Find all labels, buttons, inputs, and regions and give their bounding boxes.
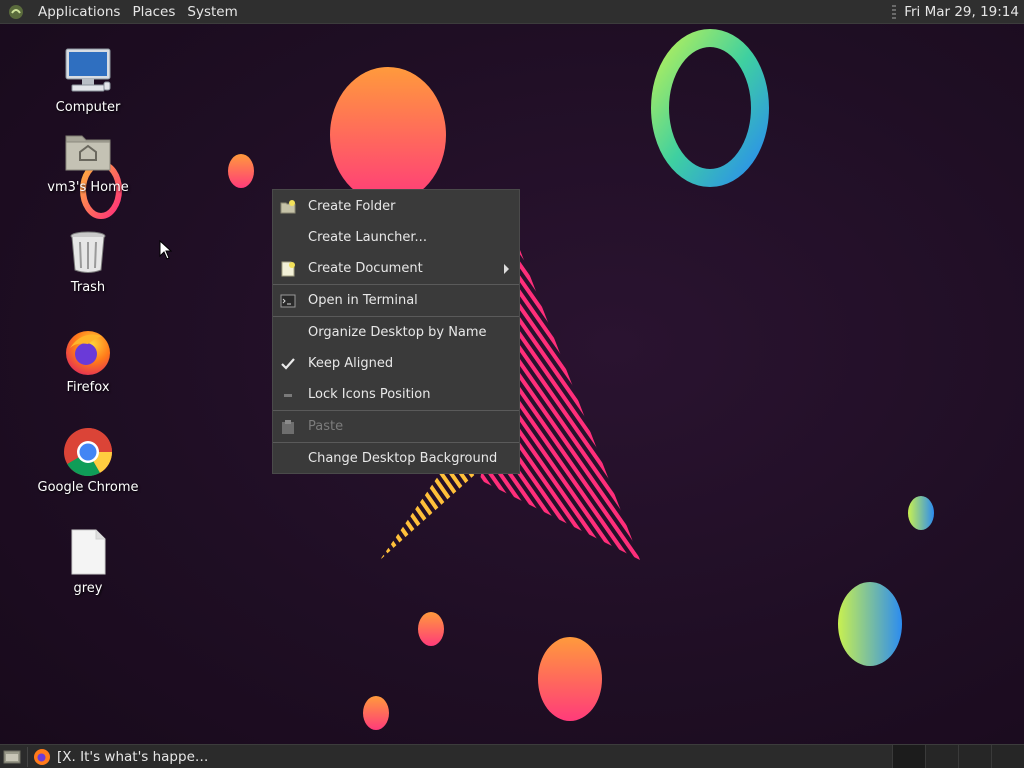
- desktop-context-menu: Create Folder Create Launcher... Create …: [272, 189, 520, 474]
- show-desktop-icon: [3, 750, 21, 763]
- menu-item-label: Organize Desktop by Name: [308, 325, 487, 340]
- menu-item-paste[interactable]: Paste: [273, 411, 519, 442]
- home-folder-icon: [62, 126, 114, 178]
- desktop-icon-label: grey: [73, 581, 103, 596]
- desktop-icon-label: vm3's Home: [47, 180, 129, 195]
- desktop-icon-trash[interactable]: Trash: [28, 226, 148, 295]
- menu-item-label: Create Document: [308, 261, 423, 276]
- check-icon: [280, 356, 296, 372]
- bottom-panel: [X. It's what's happe…: [0, 744, 1024, 768]
- menu-item-organize-by-name[interactable]: Organize Desktop by Name: [273, 317, 519, 348]
- clipboard-icon: [280, 419, 296, 435]
- menu-item-label: Open in Terminal: [308, 293, 418, 308]
- desktop-icon-label: Firefox: [66, 380, 110, 395]
- menu-item-create-launcher[interactable]: Create Launcher...: [273, 222, 519, 253]
- show-desktop-button[interactable]: [1, 746, 23, 768]
- menu-item-label: Lock Icons Position: [308, 387, 431, 402]
- places-menu[interactable]: Places: [126, 0, 181, 24]
- workspace-3[interactable]: [958, 745, 991, 768]
- menu-item-label: Paste: [308, 419, 344, 434]
- terminal-icon: [280, 293, 296, 309]
- firefox-icon: [33, 748, 51, 766]
- menu-item-change-background[interactable]: Change Desktop Background: [273, 443, 519, 474]
- workspace-switcher: [892, 745, 1024, 768]
- chrome-icon: [62, 426, 114, 478]
- desktop-icon-chrome[interactable]: Google Chrome: [28, 426, 148, 495]
- desktop-icon-label: Trash: [70, 280, 106, 295]
- mouse-cursor-icon: [159, 240, 173, 260]
- menu-item-keep-aligned[interactable]: Keep Aligned: [273, 348, 519, 379]
- mate-logo-icon[interactable]: [7, 3, 25, 21]
- menu-item-label: Keep Aligned: [308, 356, 394, 371]
- dash-icon: [280, 387, 296, 403]
- menu-item-open-terminal[interactable]: Open in Terminal: [273, 285, 519, 316]
- document-new-icon: [280, 261, 296, 277]
- taskbar-window-title: [X. It's what's happe…: [57, 748, 209, 765]
- desktop-icon-firefox[interactable]: Firefox: [28, 326, 148, 395]
- taskbar-window-button[interactable]: [X. It's what's happe…: [33, 746, 216, 768]
- taskbar-separator: [27, 746, 28, 767]
- desktop-icon-computer[interactable]: Computer: [28, 46, 148, 115]
- firefox-icon: [62, 326, 114, 378]
- panel-grip-handle[interactable]: [892, 4, 897, 19]
- workspace-4[interactable]: [991, 745, 1024, 768]
- desktop-icon-label: Computer: [55, 100, 121, 115]
- workspace-1[interactable]: [892, 745, 925, 768]
- desktop-icon-label: Google Chrome: [37, 480, 139, 495]
- clock[interactable]: Fri Mar 29, 19:14: [904, 4, 1024, 20]
- system-menu[interactable]: System: [181, 0, 243, 24]
- menu-item-create-document[interactable]: Create Document: [273, 253, 519, 284]
- submenu-arrow-icon: [504, 264, 509, 274]
- top-panel: Applications Places System Fri Mar 29, 1…: [0, 0, 1024, 24]
- desktop-icon-grey[interactable]: grey: [28, 527, 148, 596]
- workspace-2[interactable]: [925, 745, 958, 768]
- panel-right-area: Fri Mar 29, 19:14: [892, 0, 1024, 24]
- menu-item-label: Create Launcher...: [308, 230, 427, 245]
- menu-item-label: Create Folder: [308, 199, 396, 214]
- trash-icon: [62, 226, 114, 278]
- applications-menu[interactable]: Applications: [32, 0, 126, 24]
- menu-item-label: Change Desktop Background: [308, 451, 498, 466]
- menu-item-create-folder[interactable]: Create Folder: [273, 191, 519, 222]
- desktop-icon-home[interactable]: vm3's Home: [28, 126, 148, 195]
- computer-icon: [62, 46, 114, 98]
- folder-new-icon: [280, 199, 296, 215]
- file-icon: [62, 527, 114, 579]
- menu-item-lock-icons[interactable]: Lock Icons Position: [273, 379, 519, 410]
